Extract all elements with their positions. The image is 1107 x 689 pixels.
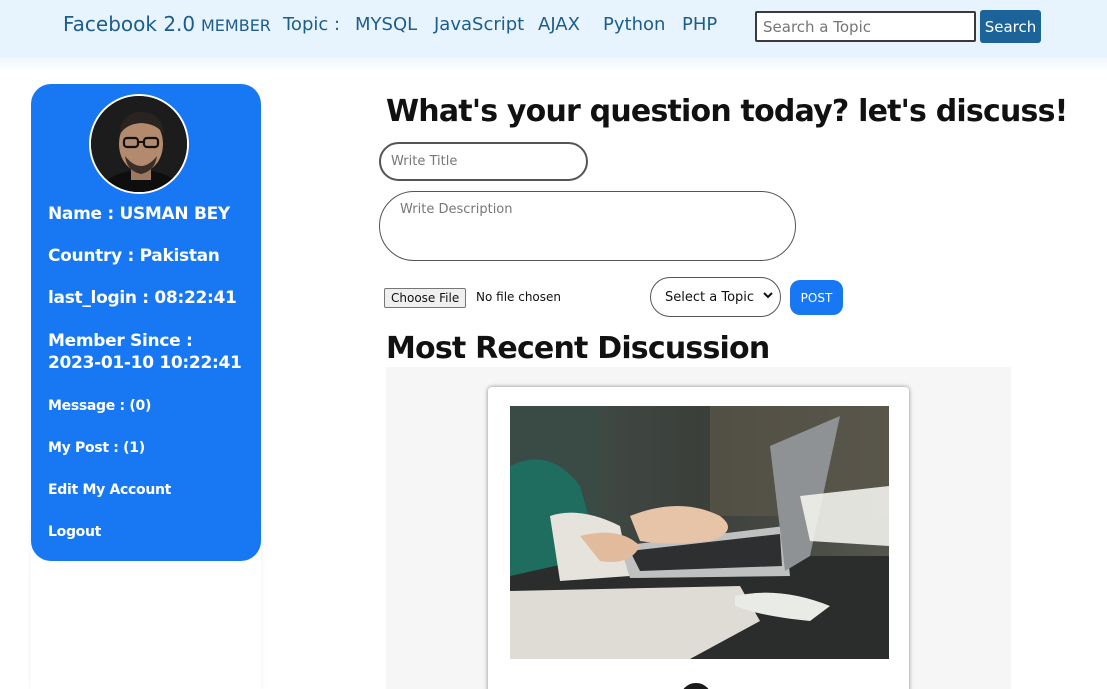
search-input[interactable] — [755, 11, 976, 42]
discussion-panel — [386, 367, 1011, 689]
post-author-avatar — [678, 681, 714, 689]
profile-my-post-link[interactable]: My Post : (1) — [48, 440, 145, 456]
profile-name: Name : USMAN BEY — [48, 204, 230, 224]
topic-select[interactable]: Select a Topic — [650, 277, 781, 317]
chevron-down-icon — [762, 289, 774, 304]
edit-account-link[interactable]: Edit My Account — [48, 482, 171, 498]
question-heading: What's your question today? let's discus… — [386, 94, 1068, 129]
laptop-photo-icon — [510, 406, 889, 659]
post-button[interactable]: POST — [790, 280, 843, 315]
topic-select-value: Select a Topic — [665, 289, 755, 305]
logout-link[interactable]: Logout — [48, 524, 101, 540]
avatar — [89, 94, 189, 194]
nav-topic-ajax[interactable]: AJAX — [538, 14, 580, 35]
search-button[interactable]: Search — [980, 10, 1041, 43]
post-card[interactable] — [488, 387, 909, 689]
profile-last-login: last_login : 08:22:41 — [48, 288, 237, 308]
nav-topic-javascript[interactable]: JavaScript — [434, 14, 524, 35]
profile-country: Country : Pakistan — [48, 246, 220, 266]
choose-file-button[interactable]: Choose File — [384, 288, 467, 308]
brand-link[interactable]: Facebook 2.0 — [63, 12, 195, 36]
nav-topic-php[interactable]: PHP — [682, 14, 717, 35]
nav-topic-python[interactable]: Python — [603, 14, 665, 35]
profile-message-link[interactable]: Message : (0) — [48, 398, 151, 414]
nav-topic-mysql[interactable]: MYSQL — [355, 14, 417, 35]
file-status: No file chosen — [476, 290, 562, 304]
navbar-shadow — [0, 58, 1107, 72]
description-input[interactable] — [379, 191, 796, 261]
recent-discussion-heading: Most Recent Discussion — [386, 331, 770, 366]
nav-member-link[interactable]: MEMBER — [201, 16, 271, 35]
post-image — [510, 406, 889, 659]
avatar-portrait-icon — [91, 96, 187, 192]
title-input[interactable] — [379, 142, 588, 181]
profile-member-since: Member Since : 2023-01-10 10:22:41 — [48, 331, 242, 373]
profile-card: Name : USMAN BEY Country : Pakistan last… — [31, 84, 261, 561]
top-navbar: Facebook 2.0 MEMBER Topic : MYSQL JavaSc… — [0, 0, 1107, 58]
nav-topic-label: Topic : — [283, 14, 341, 35]
